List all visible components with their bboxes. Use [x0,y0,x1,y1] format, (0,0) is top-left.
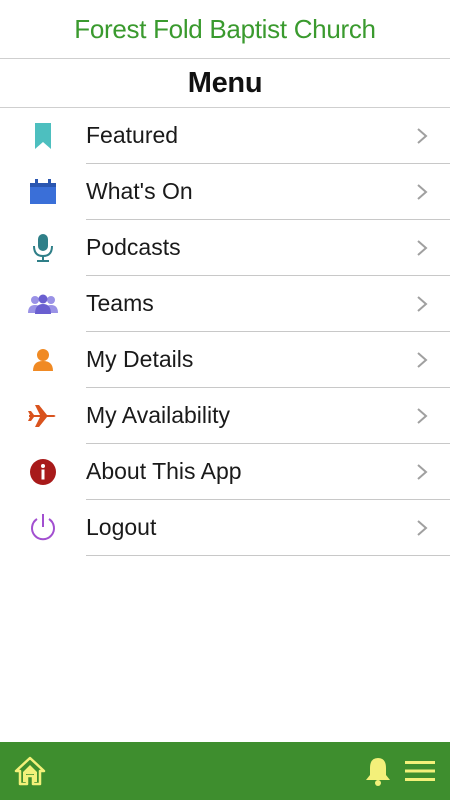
menu-item-featured[interactable]: Featured [0,108,450,164]
microphone-icon [33,234,53,262]
home-icon [14,756,46,786]
chevron-right-icon [417,351,428,368]
menu-item-label: Featured [86,122,179,148]
person-icon [33,349,53,371]
calendar-icon [30,179,56,204]
chevron-right-icon [417,127,428,144]
bookmark-icon [35,123,51,149]
people-group-icon [28,294,58,314]
chevron-right-icon [417,463,428,480]
menu-item-whats-on[interactable]: What's On [0,164,450,220]
chevron-right-icon [417,519,428,536]
menu-title-bar: Menu [0,59,450,108]
airplane-icon [28,405,56,427]
app-title: Forest Fold Baptist Church [74,13,376,44]
menu-item-label: My Availability [86,402,231,428]
menu-item-label: My Details [86,346,194,372]
bottom-right-actions [364,756,436,786]
info-icon [30,459,56,485]
menu-item-label: Podcasts [86,234,181,260]
menu-item-logout[interactable]: Logout [0,500,450,556]
app-header: Forest Fold Baptist Church [0,0,450,59]
menu-item-my-availability[interactable]: My Availability [0,388,450,444]
menu-item-label: About This App [86,458,242,484]
hamburger-menu-icon [405,761,435,781]
notifications-button[interactable] [364,756,392,786]
menu-list: Featured What's On Podcasts Teams My Det… [0,108,450,556]
chevron-right-icon [417,295,428,312]
menu-item-my-details[interactable]: My Details [0,332,450,388]
menu-title: Menu [187,66,263,99]
app-screen: Forest Fold Baptist Church Menu Featured [0,0,450,800]
power-icon [31,514,55,541]
menu-item-about-this-app[interactable]: About This App [0,444,450,500]
chevron-right-icon [417,183,428,200]
chevron-right-icon [417,239,428,256]
bell-icon [366,758,390,786]
home-button[interactable] [14,756,46,786]
menu-item-label: What's On [86,178,193,204]
menu-item-label: Logout [86,514,157,540]
menu-item-label: Teams [86,290,154,316]
menu-item-podcasts[interactable]: Podcasts [0,220,450,276]
hamburger-menu-button[interactable] [404,760,436,782]
bottom-tab-bar [0,742,450,800]
chevron-right-icon [417,407,428,424]
menu-item-teams[interactable]: Teams [0,276,450,332]
